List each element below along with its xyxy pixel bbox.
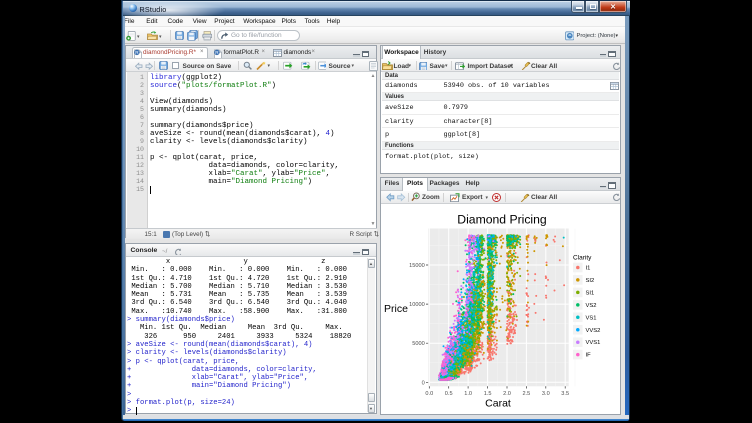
svg-text:1.5: 1.5 — [484, 391, 492, 397]
svg-text:3.5: 3.5 — [561, 391, 569, 397]
svg-text:3.0: 3.0 — [542, 391, 550, 397]
svg-text:15000: 15000 — [409, 263, 425, 269]
svg-text:VVS1: VVS1 — [586, 340, 601, 346]
svg-text:0: 0 — [422, 380, 425, 386]
svg-text:1.0: 1.0 — [464, 391, 472, 397]
svg-text:Carat: Carat — [485, 398, 511, 410]
svg-text:VS1: VS1 — [586, 315, 597, 321]
svg-text:I1: I1 — [586, 266, 591, 272]
svg-text:VVS2: VVS2 — [586, 328, 601, 334]
svg-text:IF: IF — [586, 353, 592, 359]
svg-text:5000: 5000 — [412, 341, 424, 347]
svg-text:Clarity: Clarity — [573, 255, 592, 262]
svg-text:0.5: 0.5 — [445, 391, 453, 397]
svg-text:SI1: SI1 — [586, 290, 595, 296]
svg-text:0.0: 0.0 — [425, 391, 433, 397]
svg-text:10000: 10000 — [409, 302, 425, 308]
svg-text:VS2: VS2 — [586, 303, 597, 309]
svg-text:Price: Price — [384, 303, 408, 315]
svg-text:SI2: SI2 — [586, 278, 595, 284]
svg-text:2.0: 2.0 — [503, 391, 511, 397]
svg-text:Diamond Pricing: Diamond Pricing — [457, 213, 546, 227]
svg-text:2.5: 2.5 — [523, 391, 531, 397]
